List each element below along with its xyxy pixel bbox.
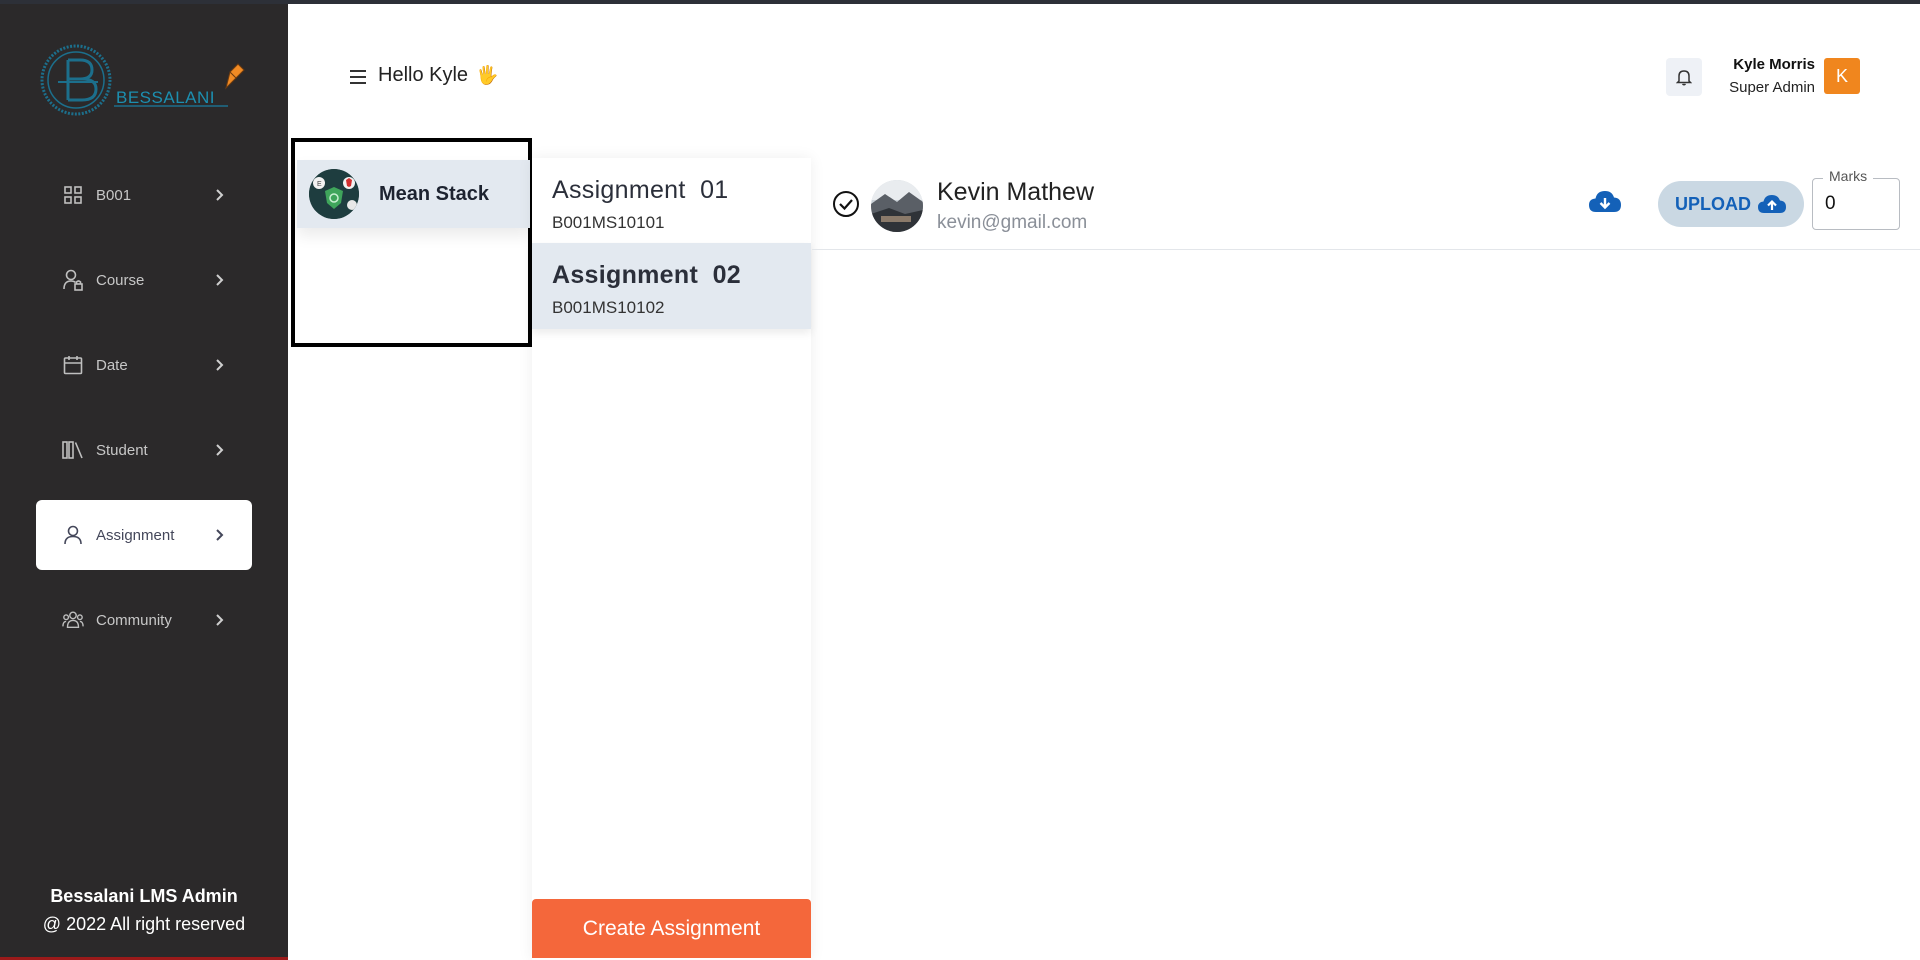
user-avatar[interactable]: K bbox=[1824, 58, 1860, 94]
chevron-right-icon bbox=[212, 358, 226, 372]
cloud-upload-icon bbox=[1757, 192, 1787, 216]
greeting: Hello Kyle 🖐 bbox=[378, 64, 498, 87]
sidebar-item-label: Community bbox=[96, 611, 172, 629]
bell-icon[interactable] bbox=[1666, 58, 1702, 96]
sidebar-item-course[interactable]: Course bbox=[36, 245, 252, 315]
users-icon bbox=[62, 609, 84, 631]
submission-row: Kevin Mathew kevin@gmail.com UPLOAD Mark… bbox=[812, 166, 1920, 250]
mean-stack-logo-icon: E bbox=[309, 169, 359, 219]
sidebar-item-community[interactable]: Community bbox=[36, 585, 252, 655]
assignment-code: B001MS10101 bbox=[552, 213, 665, 232]
course-panel: E Mean Stack bbox=[291, 138, 532, 347]
sidebar-item-label: Date bbox=[96, 356, 128, 374]
sidebar-item-b001[interactable]: B001 bbox=[36, 160, 252, 230]
user-name: Kyle Morris bbox=[1733, 56, 1815, 73]
calendar-icon bbox=[62, 354, 84, 376]
sidebar-item-date[interactable]: Date bbox=[36, 330, 252, 400]
chevron-right-icon bbox=[212, 528, 226, 542]
sidebar-item-student[interactable]: Student bbox=[36, 415, 252, 485]
assignment-list: Assignment 01 B001MS10101 Assignment 02 … bbox=[532, 158, 811, 960]
grid-icon bbox=[62, 184, 84, 206]
footer-copyright: @ 2022 All right reserved bbox=[42, 914, 246, 934]
course-label: Mean Stack bbox=[379, 182, 490, 205]
wave-hand-icon: 🖐 bbox=[476, 65, 499, 85]
check-circle-icon[interactable] bbox=[832, 190, 860, 218]
assignment-item-01[interactable]: Assignment 01 B001MS10101 bbox=[532, 158, 811, 244]
chevron-right-icon bbox=[212, 273, 226, 287]
top-border bbox=[0, 0, 1920, 4]
chevron-right-icon bbox=[212, 613, 226, 627]
assignment-title: Assignment 01 bbox=[552, 176, 729, 204]
footer-brand: Bessalani LMS Admin bbox=[50, 886, 238, 906]
sidebar-item-label: Assignment bbox=[96, 526, 175, 544]
student-avatar bbox=[871, 180, 923, 232]
hamburger-menu-icon[interactable] bbox=[348, 68, 368, 86]
student-email: kevin@gmail.com bbox=[937, 212, 1088, 233]
course-item-mean-stack[interactable]: E Mean Stack bbox=[297, 160, 530, 228]
user-role: Super Admin bbox=[1729, 79, 1815, 96]
sidebar-footer: Bessalani LMS Admin @ 2022 All right res… bbox=[0, 882, 288, 938]
marks-label: Marks bbox=[1823, 168, 1874, 184]
sidebar-item-assignment[interactable]: Assignment bbox=[36, 500, 252, 570]
chevron-right-icon bbox=[212, 188, 226, 202]
chevron-right-icon bbox=[212, 443, 226, 457]
assignment-code: B001MS10102 bbox=[552, 298, 665, 317]
sidebar-item-label: Course bbox=[96, 271, 145, 289]
upload-label: UPLOAD bbox=[1675, 193, 1751, 214]
bessalani-logo[interactable]: BESSALANI bbox=[38, 42, 250, 122]
assignment-item-02[interactable]: Assignment 02 B001MS10102 bbox=[532, 243, 811, 329]
cloud-download-icon[interactable] bbox=[1588, 188, 1622, 218]
upload-button[interactable]: UPLOAD bbox=[1658, 181, 1804, 227]
sidebar-item-label: Student bbox=[96, 441, 148, 459]
greeting-text: Hello Kyle bbox=[378, 64, 469, 86]
svg-text:E: E bbox=[317, 181, 322, 188]
library-icon bbox=[62, 439, 84, 461]
assignment-title: Assignment 02 bbox=[552, 261, 741, 289]
sidebar: BESSALANI B001 Course Date Student Assig… bbox=[0, 4, 288, 960]
logo-text: BESSALANI bbox=[116, 88, 215, 107]
student-name: Kevin Mathew bbox=[937, 178, 1095, 206]
create-assignment-button[interactable]: Create Assignment bbox=[532, 899, 811, 958]
marks-field: Marks bbox=[1812, 168, 1900, 230]
marks-input[interactable] bbox=[1825, 193, 1889, 215]
user-lock-icon bbox=[62, 269, 84, 291]
user-icon bbox=[62, 524, 84, 546]
sidebar-item-label: B001 bbox=[96, 186, 132, 204]
